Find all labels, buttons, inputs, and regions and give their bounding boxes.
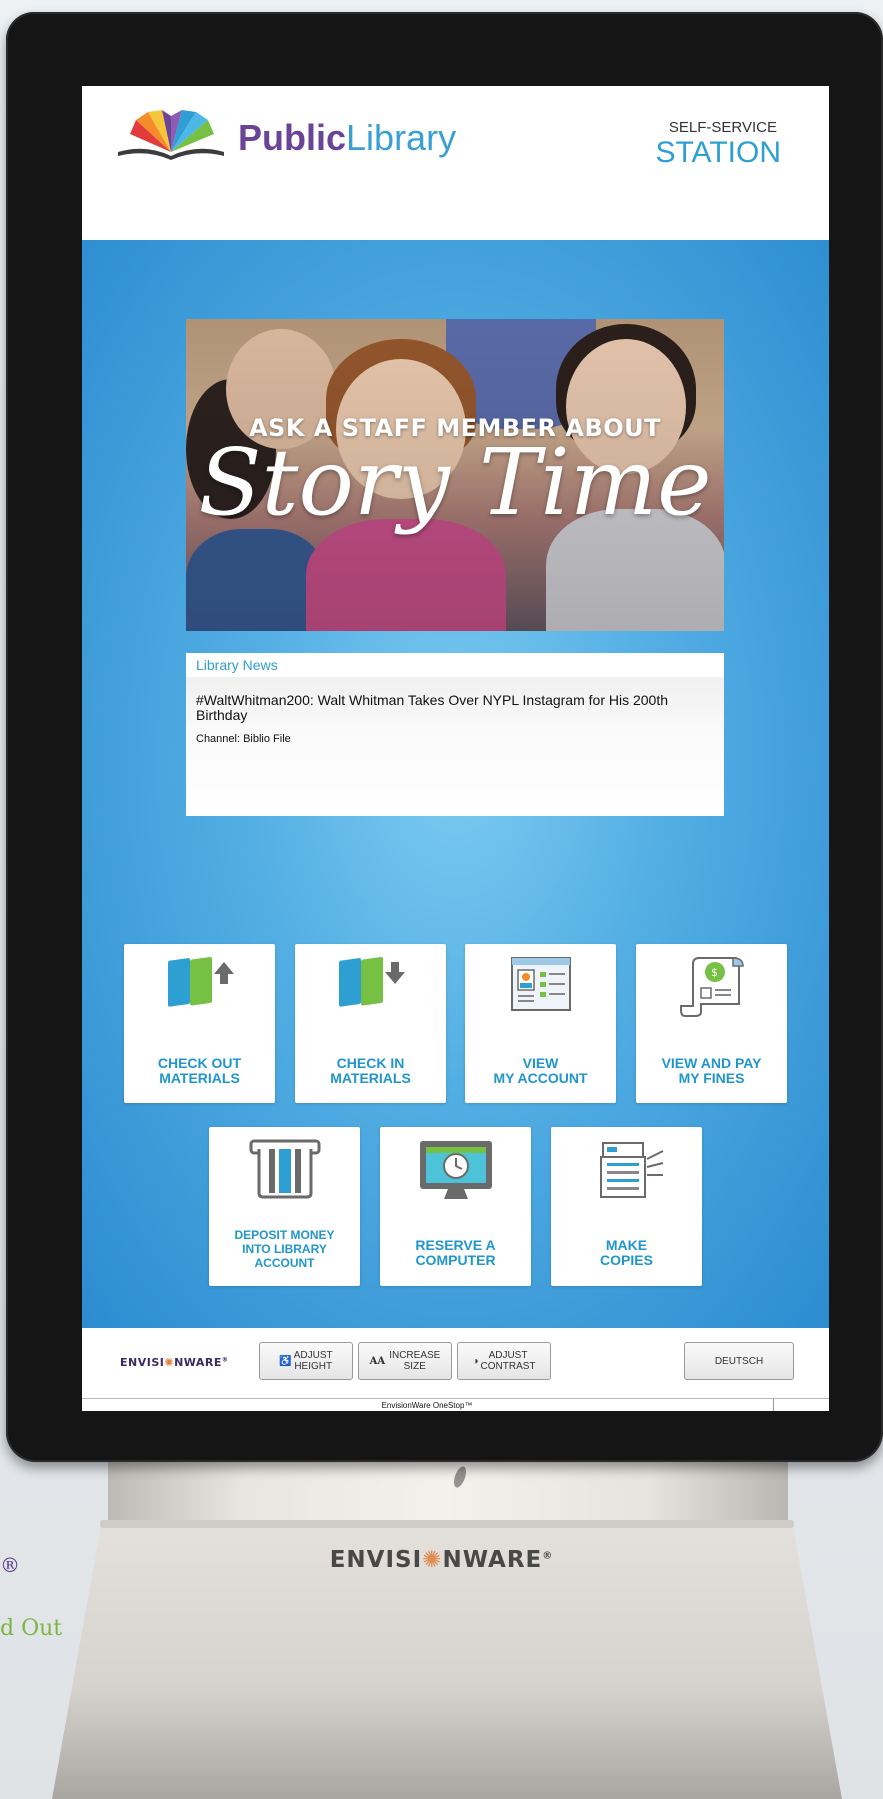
view-and-pay-fines-button[interactable]: $ VIEW AND PAY MY FINES: [636, 944, 787, 1103]
tile-label: DEPOSIT MONEY INTO LIBRARY ACCOUNT: [234, 1228, 335, 1270]
library-news-panel: Library News #WaltWhitman200: Walt Whitm…: [186, 653, 724, 816]
news-panel-title: Library News: [196, 657, 278, 673]
kiosk-bezel: PublicLibrary SELF-SERVICE STATION ASK A…: [6, 12, 883, 1462]
news-body: #WaltWhitman200: Walt Whitman Takes Over…: [186, 677, 724, 816]
increase-size-button[interactable]: AA INCREASE SIZE: [358, 1342, 452, 1380]
fines-receipt-icon: $: [636, 954, 787, 1022]
banner-script-title: Story Time: [198, 429, 712, 536]
station-label: STATION: [655, 136, 781, 169]
status-bar: EnvisionWare OneStop™: [82, 1398, 829, 1411]
check-in-materials-button[interactable]: CHECK IN MATERIALS: [295, 944, 446, 1103]
story-time-banner[interactable]: ASK A STAFF MEMBER ABOUT Story Time: [186, 319, 724, 631]
language-deutsch-button[interactable]: DEUTSCH: [684, 1342, 794, 1380]
checkout-books-icon: [124, 954, 275, 1022]
contrast-icon: ◑: [472, 1355, 479, 1367]
card-slot-icon: [209, 1137, 360, 1205]
computer-clock-icon: [380, 1137, 531, 1205]
wheelchair-icon: ♿: [279, 1355, 292, 1367]
check-out-materials-button[interactable]: CHECK OUT MATERIALS: [124, 944, 275, 1103]
deposit-money-button[interactable]: DEPOSIT MONEY INTO LIBRARY ACCOUNT: [209, 1127, 360, 1286]
checkin-books-icon: [295, 954, 446, 1022]
footer-toolbar: ENVISI✺NWARE® ♿ ADJUST HEIGHT AA INCREASE …: [82, 1328, 829, 1398]
kiosk-screen: PublicLibrary SELF-SERVICE STATION ASK A…: [82, 86, 829, 1411]
svg-text:$: $: [711, 966, 718, 979]
main-content: ASK A STAFF MEMBER ABOUT Story Time Libr…: [82, 240, 829, 1328]
header: PublicLibrary SELF-SERVICE STATION: [82, 86, 829, 240]
tile-label: VIEW AND PAY MY FINES: [661, 1055, 762, 1086]
account-icon: [465, 954, 616, 1022]
reserve-computer-button[interactable]: RESERVE A COMPUTER: [380, 1127, 531, 1286]
adjust-height-label: ADJUST HEIGHT: [293, 1350, 333, 1372]
status-bar-text: EnvisionWare OneStop™: [381, 1401, 473, 1410]
kiosk-stand-seam: [100, 1520, 794, 1528]
tile-label: CHECK IN MATERIALS: [330, 1055, 411, 1086]
self-service-label: SELF-SERVICE: [668, 119, 777, 136]
increase-size-label: INCREASE SIZE: [389, 1350, 441, 1372]
make-copies-button[interactable]: MAKE COPIES: [551, 1127, 702, 1286]
stand-envisionware-logo: ENVISI✺NWARE®: [329, 1547, 554, 1573]
view-my-account-button[interactable]: VIEW MY ACCOUNT: [465, 944, 616, 1103]
adjust-height-button[interactable]: ♿ ADJUST HEIGHT: [259, 1342, 353, 1380]
copier-icon: [551, 1137, 702, 1205]
status-bar-divider: [773, 1399, 774, 1411]
tile-label: MAKE COPIES: [600, 1237, 653, 1268]
adjust-contrast-button[interactable]: ◑ ADJUST CONTRAST: [457, 1342, 551, 1380]
news-channel: Channel: Biblio File: [196, 733, 291, 745]
tile-label: CHECK OUT MATERIALS: [157, 1055, 242, 1086]
news-headline[interactable]: #WaltWhitman200: Walt Whitman Takes Over…: [196, 693, 711, 723]
adjust-contrast-label: ADJUST CONTRAST: [480, 1350, 536, 1372]
text-size-icon: AA: [369, 1355, 386, 1367]
tile-label: RESERVE A COMPUTER: [415, 1237, 496, 1268]
tile-label: VIEW MY ACCOUNT: [493, 1055, 588, 1086]
envisionware-logo: ENVISI✺NWARE®: [120, 1356, 229, 1369]
public-library-logo-text: PublicLibrary: [238, 117, 457, 158]
background-tagline-fragment: d Out: [0, 1616, 63, 1641]
open-book-logo-icon: [118, 110, 224, 160]
